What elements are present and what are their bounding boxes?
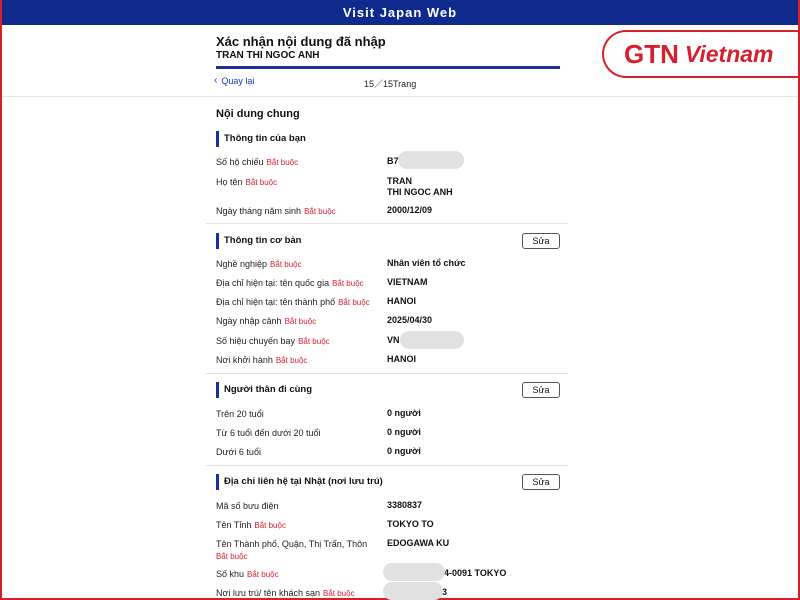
back-link-label: Quay lại [221, 75, 255, 86]
field-label-6-to-20: Từ 6 tuổi đến dưới 20 tuổi [216, 428, 321, 438]
section-title-japan-address: Địa chỉ liên hệ tại Nhật (nơi lưu trú) [216, 474, 383, 490]
user-name: TRAN THI NGOC ANH [216, 50, 320, 61]
field-value-city: HANOI [387, 296, 416, 306]
section-divider [206, 223, 568, 224]
redacted-flight-number [400, 331, 464, 349]
redacted-block-number [383, 563, 445, 581]
required-badge: Bắt buộc [270, 260, 302, 269]
redacted-passport [398, 151, 464, 169]
required-badge: Bắt buộc [298, 337, 330, 346]
section-divider [206, 465, 568, 466]
required-badge: Bắt buộc [304, 207, 336, 216]
field-label-under-6: Dưới 6 tuổi [216, 447, 261, 457]
field-value-postal-code: 3380837 [387, 500, 423, 510]
chevron-left-icon: ‹ [214, 75, 218, 86]
header-divider [2, 96, 798, 97]
field-value-over-20: 0 người [387, 408, 421, 418]
required-badge: Bắt buộc [275, 356, 308, 365]
logo-vietnam-text: Vietnam [684, 40, 774, 67]
required-badge: Bắt buộc [254, 521, 286, 530]
field-label-prefecture: Tên Tỉnh Bắt buộc [216, 520, 286, 530]
required-badge: Bắt buộc [338, 298, 370, 307]
field-value-city-ward: EDOGAWA KU [387, 538, 450, 548]
field-label-block-number: Số khu Bắt buộc [216, 569, 279, 579]
section-title-your-info: Thông tin của bạn [216, 131, 306, 147]
progress-bar [216, 66, 560, 69]
field-value-block-number: -4-0091 TOKYO [441, 568, 507, 578]
required-badge: Bắt buộc [245, 178, 278, 187]
required-badge: Bắt buộc [332, 279, 364, 288]
field-value-fullname-line1: TRAN [387, 176, 412, 186]
section-title-companions: Người thân đi cùng [216, 382, 312, 398]
field-value-departure: HANOI [387, 354, 416, 364]
required-badge: Bắt buộc [322, 589, 355, 598]
field-label-occupation: Nghề nghiệp Bắt buộc [216, 259, 302, 269]
app-title-bar: Visit Japan Web [0, 0, 800, 25]
field-value-flight-number: VN [387, 335, 400, 345]
field-label-passport: Số hộ chiếu Bắt buộc [216, 157, 299, 167]
field-value-6-to-20: 0 người [387, 427, 421, 437]
required-badge: Bắt buộc [284, 317, 317, 326]
section-divider [206, 373, 568, 374]
field-value-birthdate: 2000/12/09 [387, 205, 433, 215]
redacted-hotel [383, 582, 443, 600]
page-header: Xác nhận nội dung đã nhập TRAN THI NGOC … [216, 34, 561, 61]
edit-japan-address-button[interactable]: Sửa [522, 474, 560, 490]
required-badge: Bắt buộc [216, 552, 248, 561]
field-value-under-6: 0 người [387, 446, 421, 456]
field-label-hotel: Nơi lưu trú/ tên khách sạn Bắt buộc [216, 588, 355, 598]
edit-basic-info-button[interactable]: Sửa [522, 233, 560, 249]
required-badge: Bắt buộc [247, 570, 279, 579]
field-label-entry-date: Ngày nhập cảnh Bắt buộc [216, 316, 317, 326]
field-label-country: Địa chỉ hiện tại: tên quốc gia Bắt buộc [216, 278, 364, 288]
field-label-birthdate: Ngày tháng năm sinh Bắt buộc [216, 206, 336, 216]
progress-fill [216, 66, 560, 69]
general-section-title: Nội dung chung [216, 108, 300, 120]
field-value-fullname-line2: THI NGOC ANH [387, 187, 453, 197]
section-title-basic-info: Thông tin cơ bản [216, 233, 301, 249]
field-value-occupation: Nhân viên tổ chức [387, 258, 466, 268]
edit-companions-button[interactable]: Sửa [522, 382, 560, 398]
required-badge: Bắt buộc [266, 158, 299, 167]
field-label-city: Địa chỉ hiện tại: tên thành phố Bắt buộc [216, 297, 370, 307]
field-label-fullname: Họ tên Bắt buộc [216, 177, 278, 187]
field-label-flight-number: Số hiệu chuyến bay Bắt buộc [216, 336, 330, 346]
back-link[interactable]: ‹ Quay lại [214, 75, 254, 86]
field-value-entry-date: 2025/04/30 [387, 315, 433, 325]
field-label-city-ward: Tên Thành phố, Quận, Thị Trấn, Thôn Bắt b… [216, 539, 368, 561]
field-label-over-20: Trên 20 tuổi [216, 409, 264, 419]
gtn-vietnam-logo: GTN Vietnam [602, 30, 798, 78]
field-value-passport: B7 [387, 156, 399, 166]
field-value-country: VIETNAM [387, 277, 428, 287]
app-title: Visit Japan Web [342, 5, 458, 20]
logo-gtn-text: GTN [624, 38, 679, 69]
page-title: Xác nhận nội dung đã nhập [216, 34, 386, 49]
page-count: 15／15Trang [364, 79, 417, 89]
field-label-departure: Nơi khởi hành Bắt buộc [216, 355, 308, 365]
field-value-prefecture: TOKYO TO [387, 519, 434, 529]
field-label-postal-code: Mã số bưu điện [216, 501, 279, 511]
